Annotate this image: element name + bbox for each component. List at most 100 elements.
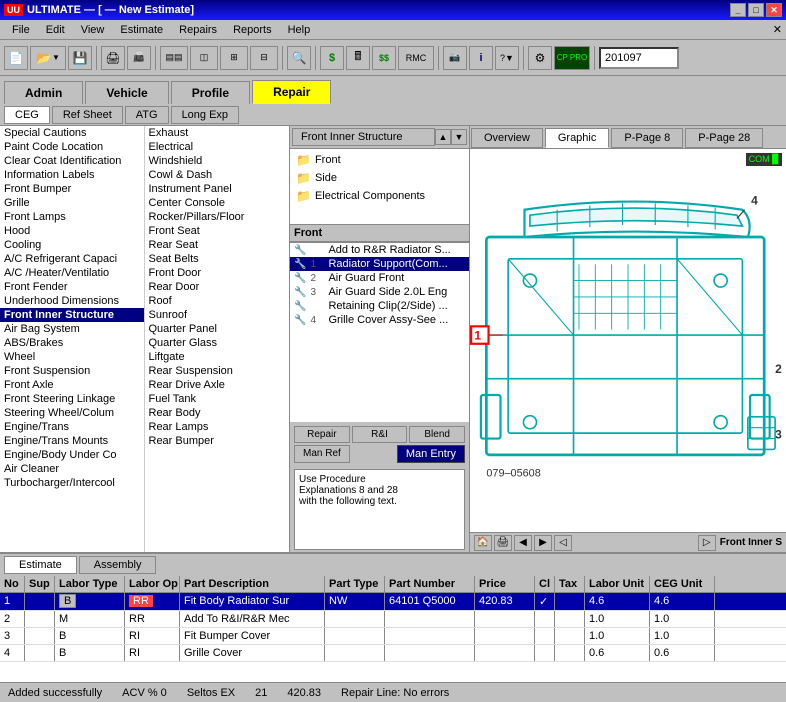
cat-cowl[interactable]: Cowl & Dash [145, 168, 290, 182]
estimate-number-input[interactable] [599, 47, 679, 69]
table-row[interactable]: 1 B RR Fit Body Radiator Sur NW 64101 Q5… [0, 593, 786, 611]
cat-exhaust[interactable]: Exhaust [145, 126, 290, 140]
toolbar-cppro[interactable]: CP PRO [554, 46, 590, 70]
graphic-nav-right[interactable]: ▶ [534, 535, 552, 551]
graphic-print-btn[interactable]: 🖨 [494, 535, 512, 551]
cat-rear-bumper[interactable]: Rear Bumper [145, 434, 290, 448]
cat-rear-door[interactable]: Rear Door [145, 280, 290, 294]
cat-rocker[interactable]: Rocker/Pillars/Floor [145, 210, 290, 224]
sub-tab-atg[interactable]: ATG [125, 106, 169, 124]
cat-quarter-panel[interactable]: Quarter Panel [145, 322, 290, 336]
cat-steering-wheel[interactable]: Steering Wheel/Colum [0, 406, 144, 420]
bottom-tab-assembly[interactable]: Assembly [79, 556, 157, 574]
tab-profile[interactable]: Profile [171, 81, 250, 104]
menu-close[interactable]: ✕ [773, 23, 782, 36]
cat-front-door[interactable]: Front Door [145, 266, 290, 280]
tab-ppage8[interactable]: P-Page 8 [611, 128, 683, 148]
toolbar-btn4[interactable]: ◫ [190, 46, 218, 70]
cat-windshield[interactable]: Windshield [145, 154, 290, 168]
toolbar-info[interactable]: i [469, 46, 493, 70]
cat-ac-ref[interactable]: A/C Refrigerant Capaci [0, 252, 144, 266]
sub-tab-ceg[interactable]: CEG [4, 106, 50, 124]
toolbar-print[interactable]: 🖨 [101, 46, 125, 70]
graphic-expand-btn[interactable]: ▷ [698, 535, 716, 551]
cat-front-bumper[interactable]: Front Bumper [0, 182, 144, 196]
table-row[interactable]: 3 B RI Fit Bumper Cover 1.0 1.0 [0, 628, 786, 645]
cat-engine-body[interactable]: Engine/Body Under Co [0, 448, 144, 462]
menu-edit[interactable]: Edit [38, 22, 73, 38]
cat-liftgate[interactable]: Liftgate [145, 350, 290, 364]
cat-quarter-glass[interactable]: Quarter Glass [145, 336, 290, 350]
cat-front-seat[interactable]: Front Seat [145, 224, 290, 238]
cat-ac-heater[interactable]: A/C /Heater/Ventilatio [0, 266, 144, 280]
cat-clear-coat[interactable]: Clear Coat Identification [0, 154, 144, 168]
minimize-button[interactable]: _ [730, 3, 746, 17]
cat-rear-drive[interactable]: Rear Drive Axle [145, 378, 290, 392]
tab-ppage28[interactable]: P-Page 28 [685, 128, 763, 148]
cat-front-lamps[interactable]: Front Lamps [0, 210, 144, 224]
tab-repair[interactable]: Repair [252, 80, 331, 104]
cat-front-fender[interactable]: Front Fender [0, 280, 144, 294]
bottom-tab-estimate[interactable]: Estimate [4, 556, 77, 574]
man-entry-btn[interactable]: Man Entry [397, 445, 465, 463]
part-item-4[interactable]: 🔧 Retaining Clip(2/Side) ... [290, 299, 469, 313]
close-button[interactable]: ✕ [766, 3, 782, 17]
tab-overview[interactable]: Overview [471, 128, 543, 148]
cat-air-cleaner[interactable]: Air Cleaner [0, 462, 144, 476]
toolbar-dollar2[interactable]: $$ [372, 46, 396, 70]
cat-airbag[interactable]: Air Bag System [0, 322, 144, 336]
cat-hood[interactable]: Hood [0, 224, 144, 238]
toolbar-help-btn[interactable]: ?▼ [495, 46, 519, 70]
tab-graphic[interactable]: Graphic [545, 128, 610, 148]
table-row[interactable]: 4 B RI Grille Cover 0.6 0.6 [0, 645, 786, 662]
tree-folder-electrical[interactable]: 📁 Electrical Components [292, 187, 467, 205]
sub-tab-longexp[interactable]: Long Exp [171, 106, 239, 124]
rri-btn[interactable]: R&I [352, 426, 408, 443]
sub-tab-refsheet[interactable]: Ref Sheet [52, 106, 123, 124]
graphic-nav-left[interactable]: ◀ [514, 535, 532, 551]
cat-front-axle[interactable]: Front Axle [0, 378, 144, 392]
toolbar-btn6[interactable]: ⊟ [250, 46, 278, 70]
part-item-3[interactable]: 🔧 3 Air Guard Side 2.0L Eng [290, 285, 469, 299]
part-item-0[interactable]: 🔧 Add to R&R Radiator S... [290, 243, 469, 257]
man-ref-btn[interactable]: Man Ref [294, 445, 350, 463]
cat-turbo[interactable]: Turbocharger/Intercool [0, 476, 144, 490]
tab-admin[interactable]: Admin [4, 81, 83, 104]
menu-help[interactable]: Help [280, 22, 319, 38]
cat-fuel-tank[interactable]: Fuel Tank [145, 392, 290, 406]
cat-center-console[interactable]: Center Console [145, 196, 290, 210]
part-item-2[interactable]: 🔧 2 Air Guard Front [290, 271, 469, 285]
tree-folder-side[interactable]: 📁 Side [292, 169, 467, 187]
maximize-button[interactable]: □ [748, 3, 764, 17]
toolbar-fax[interactable]: 📠 [127, 46, 151, 70]
cat-seat-belts[interactable]: Seat Belts [145, 252, 290, 266]
graphic-collapse-btn[interactable]: ◁ [554, 535, 572, 551]
cat-paint-code[interactable]: Paint Code Location [0, 140, 144, 154]
cat-rear-seat[interactable]: Rear Seat [145, 238, 290, 252]
cat-abs[interactable]: ABS/Brakes [0, 336, 144, 350]
cat-info-labels[interactable]: Information Labels [0, 168, 144, 182]
cat-roof[interactable]: Roof [145, 294, 290, 308]
blend-btn[interactable]: Blend [409, 426, 465, 443]
cat-sunroof[interactable]: Sunroof [145, 308, 290, 322]
toolbar-btn5[interactable]: ⊞ [220, 46, 248, 70]
cat-rear-susp[interactable]: Rear Suspension [145, 364, 290, 378]
cat-electrical[interactable]: Electrical [145, 140, 290, 154]
toolbar-new[interactable]: 📄 [4, 46, 28, 70]
cat-steering-linkage[interactable]: Front Steering Linkage [0, 392, 144, 406]
tree-scroll-down[interactable]: ▼ [451, 129, 467, 145]
part-item-1[interactable]: 🔧 1 Radiator Support(Com... [290, 257, 469, 271]
cat-engine-trans[interactable]: Engine/Trans [0, 420, 144, 434]
toolbar-search[interactable]: 🔍 [287, 46, 311, 70]
toolbar-save[interactable]: 💾 [68, 46, 92, 70]
toolbar-rmc[interactable]: RMC [398, 46, 434, 70]
menu-repairs[interactable]: Repairs [171, 22, 225, 38]
table-row[interactable]: 2 M RR Add To R&I/R&R Mec 1.0 1.0 [0, 611, 786, 628]
cat-instrument[interactable]: Instrument Panel [145, 182, 290, 196]
cat-rear-lamps[interactable]: Rear Lamps [145, 420, 290, 434]
toolbar-open-dropdown[interactable]: 📂▼ [30, 46, 66, 70]
tree-folder-front[interactable]: 📁 Front [292, 151, 467, 169]
cat-wheel[interactable]: Wheel [0, 350, 144, 364]
menu-file[interactable]: File [4, 22, 38, 38]
toolbar-gear[interactable]: ⚙ [528, 46, 552, 70]
